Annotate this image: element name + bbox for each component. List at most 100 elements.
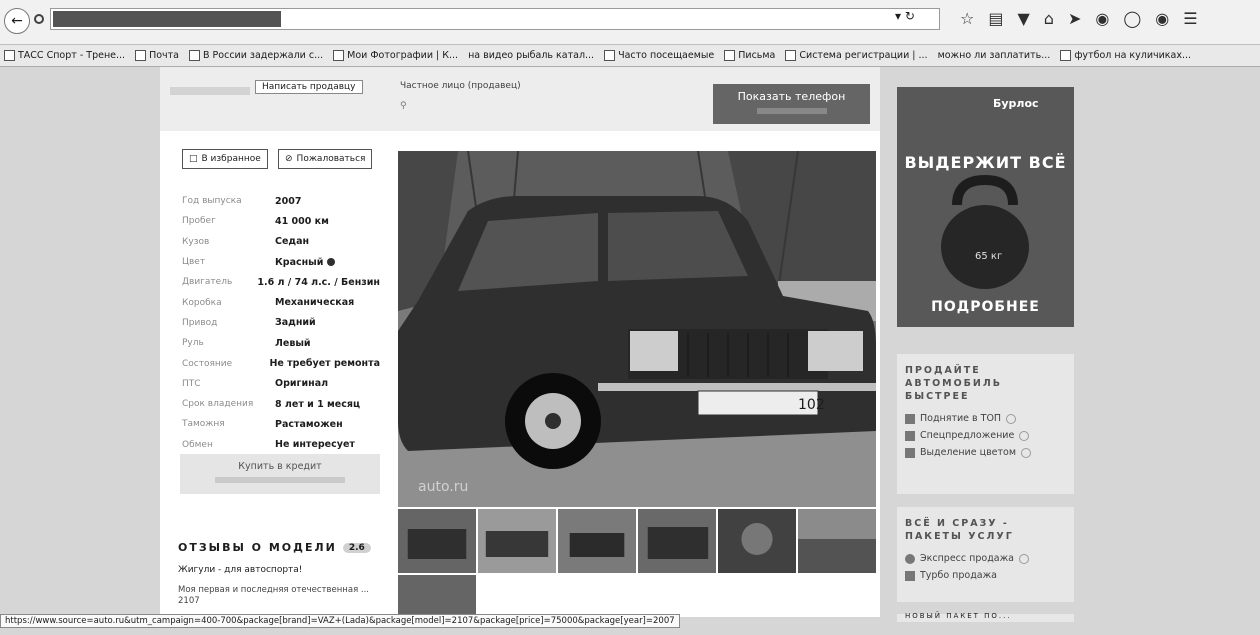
spec-row: ПТС Оригинал [182,378,329,390]
library-icon[interactable]: ▤ [988,9,1003,28]
thumbnail-image [638,509,716,573]
bookmark-icon [189,50,201,61]
kettlebell-weight: 65 кг [975,251,1002,262]
ad-cta: ПОДРОБНЕЕ [931,299,1040,315]
car-photo-image: 102 auto.ru [398,151,876,507]
help-icon[interactable] [1019,430,1030,441]
spec-row: Двигатель 1.6 л / 74 л.с. / Бензин [182,276,380,288]
sync-icon[interactable]: ◯ [1123,9,1141,28]
bookmark-item[interactable]: футбол на куличиках... [1056,50,1191,61]
photo-thumbnail[interactable] [398,509,476,573]
menu-icon[interactable]: ☰ [1183,9,1197,28]
promo-item-top[interactable]: Поднятие в ТОП [905,413,1066,424]
send-icon[interactable]: ➤ [1068,9,1081,28]
kettlebell-icon: 65 кг [941,175,1029,289]
photo-thumbnail[interactable] [638,509,716,573]
bookmark-star-icon[interactable]: ☆ [960,9,974,28]
review-snippet: Моя первая и последняя отечественная ...… [178,585,369,606]
bookmark-item[interactable]: Система регистрации | ... [781,50,928,61]
bookmark-item[interactable]: Письма [720,50,775,61]
bookmark-icon [1060,50,1072,61]
spec-row: Состояние Не требует ремонта [182,358,380,370]
promo-new-package: НОВЫЙ ПАКЕТ ПО... [897,612,1074,622]
location-pin-icon: ⚲ [400,101,407,111]
spec-row: Год выпуска 2007 [182,195,302,207]
site-favicon-icon [34,14,44,24]
bookmark-icon: □ [189,154,198,164]
page-content: Написать продавцу Частное лицо (продавец… [160,67,1230,622]
mail-icon [135,50,147,61]
bookmark-icon [4,50,15,61]
status-bar-url: https://www.source=auto.ru&utm_campaign=… [0,614,680,628]
promo-item-express[interactable]: Экспресс продажа [905,553,1066,564]
bookmark-item[interactable]: Почта [131,50,179,61]
seller-type: Частное лицо (продавец) [400,81,521,91]
help-icon[interactable] [1018,553,1029,564]
promo-packages: ВСЁ И СРАЗУ - ПАКЕТЫ УСЛУГ Экспресс прод… [897,507,1074,602]
promo-sell-faster: ПРОДАЙТЕ АВТОМОБИЛЬ БЫСТРЕЕ Поднятие в Т… [897,354,1074,494]
help-icon[interactable] [1021,447,1032,458]
credit-button[interactable]: Купить в кредит [180,454,380,494]
promo-title: ПРОДАЙТЕ АВТОМОБИЛЬ БЫСТРЕЕ [905,365,1003,402]
specs-table: Год выпуска 2007 Пробег 41 000 км Кузов Сед… [182,191,380,455]
ban-icon: ⊘ [285,154,293,164]
ad-banner[interactable]: Бурлос ВЫДЕРЖИТ ВСЁ 65 кг ПОДРОБНЕЕ [897,87,1074,327]
favorites-button[interactable]: □ В избранное [182,149,268,169]
home-icon[interactable]: ⌂ [1044,9,1054,28]
photo-thumbnail[interactable] [398,575,476,617]
photo-thumbnail[interactable] [558,509,636,573]
complain-button[interactable]: ⊘ Пожаловаться [278,149,373,169]
seller-name-placeholder [170,87,250,95]
promo-item-color[interactable]: Выделение цветом [905,447,1066,458]
main-photo[interactable]: 102 auto.ru [398,151,876,507]
addon-icon[interactable]: ◉ [1095,9,1109,28]
photo-watermark: auto.ru [418,479,468,495]
spec-row: Цвет Красный [182,252,380,272]
reviews-heading: ОТЗЫВЫ О МОДЕЛИ 2.6 [178,541,371,554]
special-offer-icon [905,430,915,441]
show-phone-button[interactable]: Показать телефон [713,84,870,124]
thumbnail-image [798,509,876,573]
color-swatch-icon [326,258,335,267]
url-selection [53,11,281,27]
listing-card: Написать продавцу Частное лицо (продавец… [160,67,880,617]
clock-icon [905,553,915,564]
bookmark-icon [333,50,345,61]
bookmark-item[interactable]: Часто посещаемые [600,50,714,61]
shield-icon[interactable]: ◉ [1155,9,1169,28]
trophy-icon [905,570,915,581]
promo-item-special[interactable]: Спецпредложение [905,430,1066,441]
photo-thumbnail[interactable] [798,509,876,573]
browser-icons: ☆ ▤ ▼ ⌂ ➤ ◉ ◯ ◉ ☰ [960,9,1198,28]
phone-placeholder [756,108,827,114]
browser-toolbar: ← ▾ ↻ ☆ ▤ ▼ ⌂ ➤ ◉ ◯ ◉ ☰ [0,0,1260,45]
review-link[interactable]: Жигули - для автоспорта! [178,565,302,575]
thumbnail-image [478,509,556,573]
spec-row: Обмен Не интересует [182,439,355,451]
bookmark-item[interactable]: ТАСС Спорт - Трене... [0,50,125,61]
spec-row: Коробка Механическая [182,297,355,309]
spec-row: Привод Задний [182,317,316,329]
folder-icon [604,50,616,61]
license-plate: 102 [798,397,825,413]
back-arrow-icon[interactable]: ← [4,8,30,34]
thumbnail-image [718,509,796,573]
address-bar[interactable] [50,8,940,30]
write-seller-button[interactable]: Написать продавцу [255,80,363,94]
bookmark-item[interactable]: на видео рыбаль катал... [464,50,594,61]
thumbnail-strip [398,509,876,573]
credit-subtext-placeholder [215,477,345,483]
arrow-up-icon [905,413,915,424]
bookmark-item[interactable]: В России задержали с... [185,50,323,61]
paint-icon [905,447,915,458]
promo-item-turbo[interactable]: Турбо продажа [905,570,1066,581]
help-icon[interactable] [1006,413,1017,424]
bookmark-item[interactable]: можно ли заплатить... [934,50,1051,61]
spec-row: Руль Левый [182,337,311,349]
bookmark-item[interactable]: Мои Фотографии | К... [329,50,458,61]
spec-row: Пробег 41 000 км [182,215,329,227]
photo-thumbnail[interactable] [478,509,556,573]
pocket-icon[interactable]: ▼ [1017,9,1029,28]
reload-icon[interactable]: ▾ ↻ [895,9,915,23]
photo-thumbnail[interactable] [718,509,796,573]
